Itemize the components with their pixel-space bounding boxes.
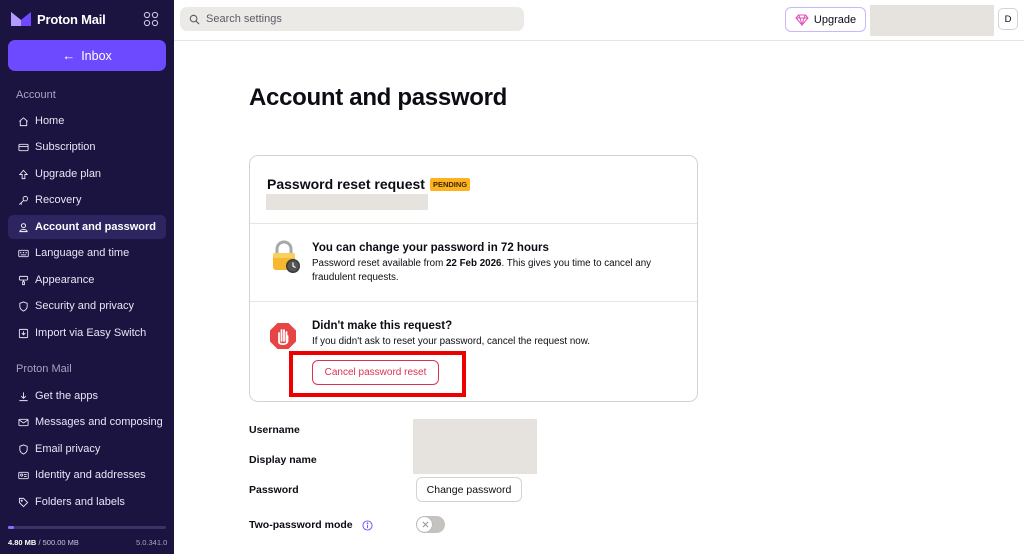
envelope-icon	[18, 417, 29, 428]
reset-request-title: Password reset request	[267, 176, 425, 192]
card-icon	[18, 142, 29, 153]
sidebar-item-label: Import via Easy Switch	[35, 327, 147, 339]
home-icon	[18, 116, 29, 127]
brand[interactable]: Proton Mail	[10, 8, 106, 30]
page-title: Account and password	[249, 84, 508, 111]
section-account-title: Account	[16, 89, 56, 101]
display-name-label: Display name	[249, 454, 317, 466]
diamond-icon	[795, 14, 809, 26]
arrow-left-icon: ←	[62, 48, 76, 63]
sidebar-item-recovery[interactable]: Recovery	[8, 188, 166, 212]
storage-used: 4.80 MB	[8, 538, 37, 547]
sidebar-item-label: Messages and composing	[35, 416, 163, 428]
storage-total: / 500.00 MB	[38, 538, 79, 547]
sidebar-item-label: Security and privacy	[35, 300, 135, 312]
sidebar-item-label: Language and time	[35, 247, 130, 259]
id-card-icon	[18, 470, 29, 481]
sidebar-item-email-privacy[interactable]: Email privacy	[8, 437, 166, 461]
sidebar-item-account-and-password[interactable]: Account and password	[8, 215, 166, 239]
import-icon	[18, 328, 29, 339]
sidebar-item-upgrade-plan[interactable]: Upgrade plan	[8, 162, 166, 186]
storage-progress-fill	[8, 526, 15, 529]
section-proton-mail-title: Proton Mail	[16, 363, 72, 375]
search-bar[interactable]	[180, 7, 524, 31]
sidebar-item-import-via-easy-switch[interactable]: Import via Easy Switch	[8, 321, 166, 345]
user-icon	[18, 222, 29, 233]
upgrade-button[interactable]: Upgrade	[785, 7, 866, 32]
toggle-knob	[417, 517, 432, 532]
user-info-redacted	[870, 5, 994, 36]
search-input[interactable]	[206, 13, 506, 25]
not-me-heading: Didn't make this request?	[312, 320, 453, 332]
sidebar-item-label: Appearance	[35, 274, 95, 286]
sidebar: Proton Mail ← Inbox Account Home Subscri…	[0, 0, 174, 554]
wait-heading: You can change your password in 72 hours	[312, 242, 549, 254]
sidebar-item-label: Subscription	[35, 141, 96, 153]
sidebar-item-label: Upgrade plan	[35, 168, 102, 180]
card-divider	[250, 223, 697, 224]
user-avatar[interactable]: D	[998, 8, 1018, 30]
account-values-redacted	[413, 419, 537, 474]
info-icon[interactable]	[362, 520, 373, 531]
search-icon	[189, 14, 200, 24]
request-details-redacted	[266, 194, 428, 210]
sidebar-item-subscription[interactable]: Subscription	[8, 135, 166, 159]
download-icon	[18, 391, 29, 402]
storage-progress-bar	[8, 526, 166, 529]
sidebar-item-label: Email privacy	[35, 443, 101, 455]
stop-hand-icon	[270, 323, 296, 349]
two-password-mode-toggle[interactable]	[416, 516, 445, 533]
shield-icon	[18, 443, 29, 455]
username-label: Username	[249, 424, 300, 436]
paint-icon	[18, 275, 29, 286]
inbox-label: Inbox	[81, 48, 112, 63]
tag-icon	[18, 497, 29, 508]
sidebar-item-security-and-privacy[interactable]: Security and privacy	[8, 294, 166, 318]
two-password-mode-row: Two-password mode	[249, 519, 373, 531]
proton-mail-logo-icon	[11, 12, 31, 26]
lock-clock-icon	[273, 240, 300, 273]
wait-text-before: Password reset available from	[312, 258, 446, 269]
sidebar-item-label: Get the apps	[35, 390, 98, 402]
sidebar-item-folders-and-labels[interactable]: Folders and labels	[8, 490, 166, 514]
shield-icon	[18, 300, 29, 312]
status-badge: PENDING	[429, 177, 471, 191]
key-icon	[18, 195, 29, 206]
wait-text: Password reset available from 22 Feb 202…	[312, 257, 684, 285]
password-label: Password	[249, 484, 299, 496]
sidebar-item-label: Recovery	[35, 194, 82, 206]
reset-available-date: 22 Feb 2026	[445, 258, 502, 269]
sidebar-item-home[interactable]: Home	[8, 109, 166, 133]
sidebar-item-language-and-time[interactable]: Language and time	[8, 241, 166, 265]
sidebar-item-get-the-apps[interactable]: Get the apps	[8, 384, 166, 408]
app-version: 5.0.341.0	[136, 538, 168, 547]
apps-grid-icon[interactable]	[143, 11, 159, 27]
keyboard-icon	[18, 248, 29, 259]
upgrade-label: Upgrade	[813, 13, 857, 26]
sidebar-item-label: Home	[35, 115, 65, 127]
upgrade-icon	[18, 169, 29, 180]
inbox-button[interactable]: ← Inbox	[8, 40, 166, 71]
close-icon	[422, 521, 429, 528]
sidebar-item-label: Identity and addresses	[35, 469, 146, 481]
two-password-mode-label: Two-password mode	[249, 519, 353, 531]
header-divider	[174, 40, 1024, 41]
sidebar-item-identity-and-addresses[interactable]: Identity and addresses	[8, 463, 166, 487]
storage-usage: 4.80 MB / 500.00 MB	[8, 538, 79, 547]
sidebar-item-label: Folders and labels	[35, 496, 125, 508]
brand-name: Proton Mail	[37, 11, 106, 27]
sidebar-item-messages-and-composing[interactable]: Messages and composing	[8, 410, 166, 434]
change-password-button[interactable]: Change password	[416, 477, 522, 502]
highlight-annotation-box	[289, 351, 466, 397]
sidebar-item-appearance[interactable]: Appearance	[8, 268, 166, 292]
card-divider	[250, 301, 697, 302]
sidebar-item-label: Account and password	[35, 221, 157, 233]
not-me-text: If you didn't ask to reset your password…	[312, 336, 590, 347]
card-title: Password reset request PENDING	[267, 176, 471, 192]
